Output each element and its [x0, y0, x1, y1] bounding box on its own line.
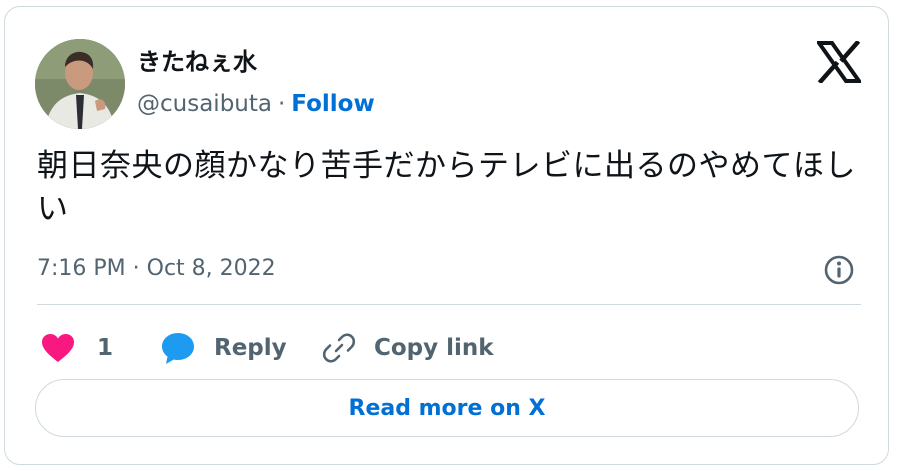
x-logo-icon[interactable] — [817, 41, 861, 83]
read-more-button[interactable]: Read more on X — [35, 379, 859, 437]
tweet-text: 朝日奈央の顔かなり苦手だからテレビに出るのやめてほしい — [37, 148, 856, 227]
author-display-name[interactable]: きたねぇ水 — [137, 47, 257, 77]
info-icon[interactable] — [823, 254, 855, 286]
author-handle-row: @cusaibuta · Follow — [137, 89, 375, 119]
heart-icon — [42, 334, 74, 362]
speech-bubble-icon — [162, 333, 194, 364]
copy-link-button[interactable]: Copy link — [322, 329, 494, 367]
reply-button[interactable]: Reply — [160, 329, 287, 367]
avatar[interactable] — [35, 39, 125, 129]
separator-dot: · — [277, 91, 286, 117]
like-button[interactable]: 1 — [41, 329, 113, 367]
copy-link-label: Copy link — [374, 335, 494, 361]
follow-button[interactable]: Follow — [291, 91, 374, 117]
tweet-timestamp[interactable]: 7:16 PM · Oct 8, 2022 — [37, 254, 276, 284]
tweet-card: きたねぇ水 @cusaibuta · Follow 朝日奈央の顔かなり苦手だからテレ… — [4, 6, 889, 465]
read-more-label: Read more on X — [348, 395, 546, 421]
reply-label: Reply — [214, 335, 287, 361]
divider — [37, 304, 861, 305]
link-icon — [322, 333, 356, 363]
like-count: 1 — [97, 335, 114, 361]
avatar-image — [35, 39, 125, 129]
author-handle[interactable]: @cusaibuta — [137, 91, 272, 117]
